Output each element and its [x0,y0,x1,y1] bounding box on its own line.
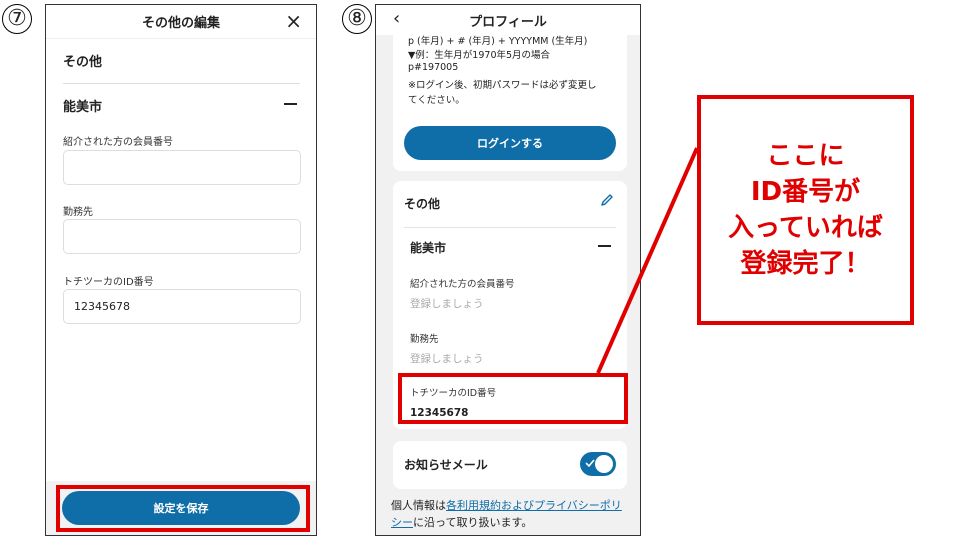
step-number-7: ⑦ [2,4,32,34]
close-icon[interactable]: × [285,11,302,31]
section-title: その他 [404,197,441,211]
back-icon[interactable]: ‹ [393,8,400,30]
check-icon [585,459,595,468]
callout-line: ID番号が [750,177,861,207]
collapse-icon[interactable] [598,245,611,247]
section-title: その他 [63,55,103,70]
pencil-icon[interactable] [600,193,614,207]
callout-line: 登録完了！ [740,249,871,279]
page-title: プロフィール [469,14,547,30]
privacy-suffix: に沿って取り扱います。 [413,516,533,529]
password-note-line: p#197005 [408,62,459,73]
tochitsuka-id-label: トチツーカのID番号 [63,277,154,288]
callout-line: 入っていれば [728,213,883,243]
login-button[interactable]: ログインする [404,126,616,160]
privacy-prefix: 個人情報は [391,499,446,512]
password-note-line: ※ログイン後、初期パスワードは必ず変更し [408,80,597,91]
referrer-number-placeholder: 登録しましょう [410,298,484,310]
city-heading: 能美市 [410,241,447,255]
password-note-line: てください。 [408,95,465,106]
callout-line: ここに [766,141,845,171]
workplace-input[interactable] [63,219,301,254]
password-note-line: ▼例：生年月が1970年5月の場合 [408,50,551,61]
collapse-icon[interactable] [284,103,297,105]
divider [404,227,616,228]
step-number-8: ⑧ [342,4,372,34]
workplace-placeholder: 登録しましょう [410,353,484,365]
page-title: その他の編集 [141,16,220,31]
callout-box: ここに ID番号が 入っていれば 登録完了！ [697,95,914,325]
notification-mail-toggle[interactable] [580,452,616,476]
workplace-label: 勤務先 [410,334,439,345]
referrer-number-label: 紹介された方の会員番号 [63,137,173,148]
tochitsuka-id-input[interactable]: 12345678 [63,289,301,324]
login-card: p (年月) + # (年月) + YYYYMM (生年月) ▼例：生年月が19… [393,25,627,171]
notification-mail-label: お知らせメール [404,458,488,472]
referrer-number-input[interactable] [63,150,301,185]
edit-header: その他の編集 × [46,5,316,39]
city-heading: 能美市 [63,100,103,115]
highlight-frame-save [56,485,310,532]
profile-header: ‹ プロフィール [376,5,640,35]
callout-text: ここに ID番号が 入っていれば 登録完了！ [728,138,883,282]
workplace-label: 勤務先 [63,207,93,218]
highlight-frame-id [398,373,628,424]
notification-mail-card: お知らせメール [393,441,627,489]
referrer-number-label: 紹介された方の会員番号 [410,279,515,290]
divider [63,83,300,84]
privacy-notice: 個人情報は各利用規約およびプライバシーポリシーに沿って取り扱います。 [391,497,631,531]
profile-screen: p (年月) + # (年月) + YYYYMM (生年月) ▼例：生年月が19… [375,4,641,536]
edit-screen: その他の編集 × その他 能美市 紹介された方の会員番号 勤務先 トチツーカのI… [45,4,317,536]
toggle-knob [595,455,613,473]
password-note-line: p (年月) + # (年月) + YYYYMM (生年月) [408,36,588,47]
